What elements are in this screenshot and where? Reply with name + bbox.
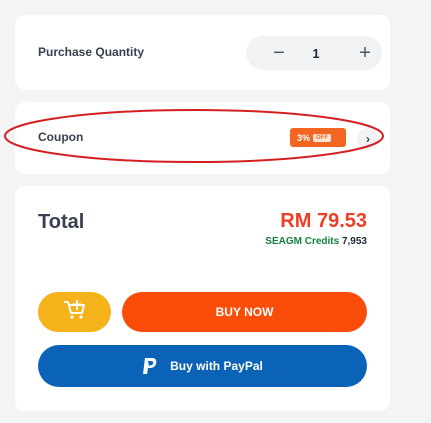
increase-quantity-button[interactable]: + xyxy=(346,36,384,70)
purchase-quantity-card: Purchase Quantity − 1 + xyxy=(15,15,390,90)
paypal-icon xyxy=(142,357,158,375)
coupon-badge-off: OFF xyxy=(313,133,332,142)
total-card: Total RM 79.53 SEAGM Credits 7,953 BUY N… xyxy=(15,186,390,411)
seagm-credits-label: SEAGM Credits xyxy=(265,236,340,247)
purchase-quantity-label: Purchase Quantity xyxy=(38,45,145,59)
seagm-credits-value: 7,953 xyxy=(341,236,367,247)
seagm-credits-line: SEAGM Credits 7,953 xyxy=(265,236,367,247)
quantity-value[interactable]: 1 xyxy=(301,36,331,70)
coupon-label: Coupon xyxy=(38,130,84,144)
coupon-badge-percent: 3% xyxy=(297,132,311,143)
quantity-stepper: − 1 + xyxy=(246,36,382,70)
buy-now-button[interactable]: BUY NOW xyxy=(122,292,367,332)
decrease-quantity-button[interactable]: − xyxy=(260,36,298,70)
coupon-discount-badge[interactable]: 3% OFF xyxy=(290,128,346,147)
total-price: RM 79.53 xyxy=(280,210,367,232)
total-label: Total xyxy=(38,211,85,233)
buy-with-paypal-button[interactable]: Buy with PayPal xyxy=(38,345,367,387)
chevron-right-icon[interactable]: › xyxy=(357,128,379,150)
add-to-cart-icon xyxy=(63,299,86,325)
add-to-cart-button[interactable] xyxy=(38,292,111,332)
paypal-label: Buy with PayPal xyxy=(170,359,263,373)
coupon-row[interactable]: Coupon 3% OFF › xyxy=(15,102,390,174)
